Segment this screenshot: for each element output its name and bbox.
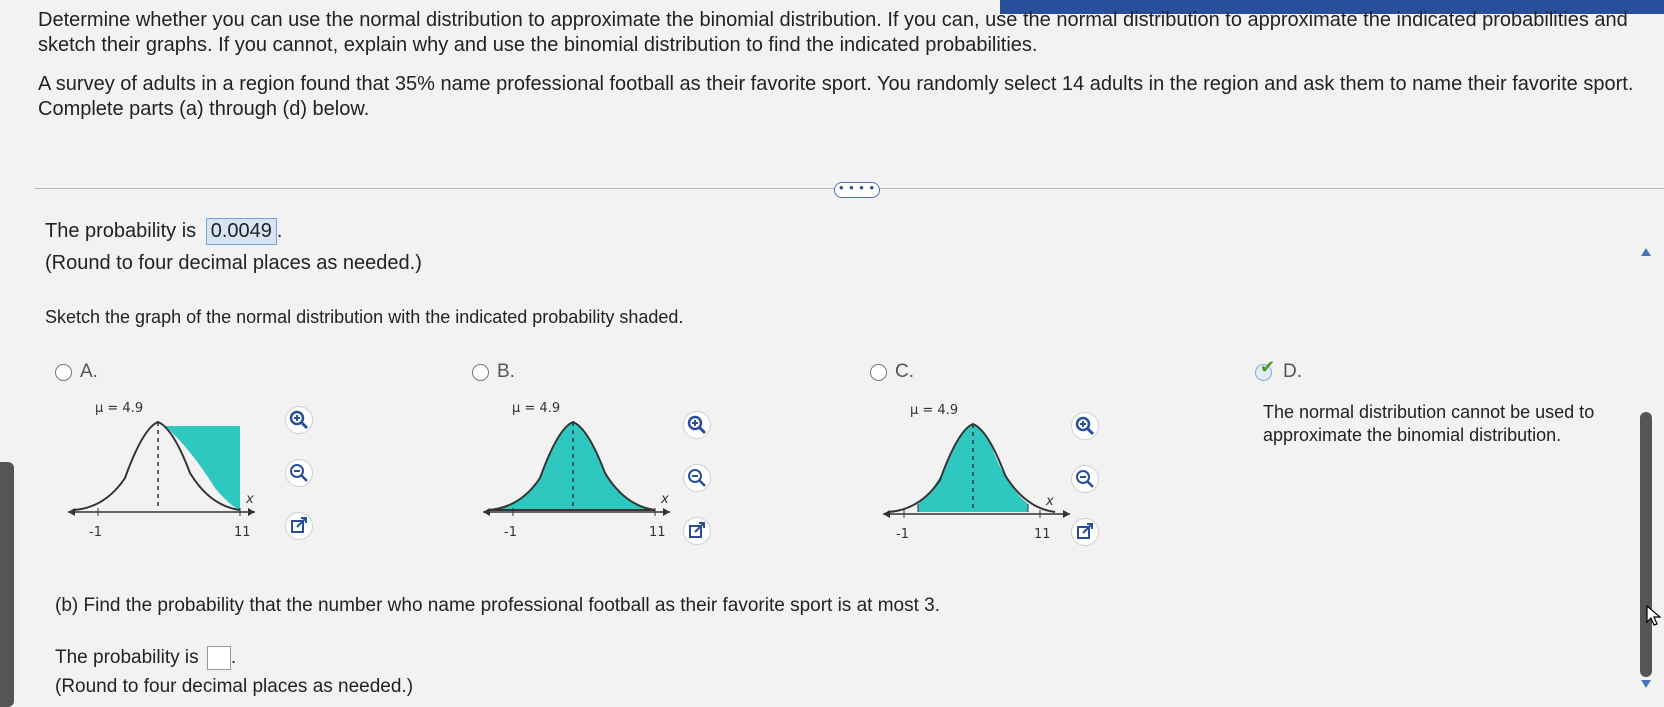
zoom-in-icon (687, 415, 707, 435)
shaded-region-b (487, 420, 656, 511)
checkmark-icon: ✔ (1260, 357, 1276, 377)
zoom-in-icon (1075, 416, 1095, 436)
zoom-out-icon (688, 469, 706, 487)
prob-suffix-b: . (230, 647, 237, 669)
instructions-para1: Determine whether you can use the normal… (38, 9, 1628, 56)
option-a-label: A. (80, 361, 98, 382)
option-c-label: C. (895, 361, 914, 382)
graph-b: μ = 4.9 -1 11 x (483, 401, 670, 540)
zoom-in-button-a[interactable] (285, 406, 313, 434)
shaded-region-a (165, 426, 240, 510)
x-min-a: -1 (89, 525, 102, 540)
answer-box-b[interactable] (206, 646, 231, 670)
zoom-out-icon (290, 464, 308, 482)
zoom-out-icon (1076, 470, 1094, 488)
x-label-c: x (1045, 494, 1054, 509)
popout-button-b[interactable] (683, 517, 711, 545)
zoom-out-button-c[interactable] (1071, 465, 1099, 493)
option-d-label: D. (1283, 361, 1302, 382)
part-b-question: (b) Find the probability that the number… (55, 595, 941, 616)
scrollbar-thumb[interactable] (1640, 412, 1652, 677)
mu-label-a: μ = 4.9 (95, 401, 143, 416)
scroll-down-arrow-icon[interactable] (1641, 680, 1651, 688)
scroll-up-arrow-icon[interactable] (1641, 248, 1651, 256)
popout-icon (689, 522, 705, 538)
radio-a[interactable] (55, 364, 72, 381)
option-d-text: The normal distribution cannot be used t… (1263, 402, 1595, 445)
left-scroll-strip[interactable] (0, 462, 14, 707)
instructions: Determine whether you can use the normal… (38, 8, 1638, 136)
zoom-in-icon (289, 410, 309, 430)
radio-b[interactable] (472, 364, 489, 381)
popout-icon (291, 517, 307, 533)
x-min-b: -1 (504, 525, 517, 540)
round-note-b: (Round to four decimal places as needed.… (55, 676, 414, 697)
graph-c: μ = 4.9 -1 11 x (883, 403, 1070, 542)
mu-label-b: μ = 4.9 (512, 401, 560, 416)
probability-line-a: The probability is 0.0049. (45, 218, 282, 245)
zoom-out-button-a[interactable] (285, 459, 313, 487)
mouse-cursor-icon (1646, 605, 1662, 626)
graph-a: μ = 4.9 -1 11 x (68, 401, 255, 540)
answer-box-a[interactable]: 0.0049 (205, 218, 277, 245)
probability-line-b: The probability is . (55, 646, 236, 670)
instructions-para2: A survey of adults in a region found tha… (38, 73, 1634, 120)
x-max-a: 11 (234, 525, 251, 540)
radio-c[interactable] (870, 364, 887, 381)
zoom-in-button-c[interactable] (1071, 412, 1099, 440)
x-max-b: 11 (649, 525, 666, 540)
round-note-a: (Round to four decimal places as needed.… (45, 252, 422, 274)
prob-prefix-b: The probability is (55, 647, 199, 669)
option-b-label: B. (497, 361, 515, 382)
zoom-in-button-b[interactable] (683, 411, 711, 439)
popout-icon (1077, 523, 1093, 539)
x-min-c: -1 (896, 527, 909, 542)
zoom-out-button-b[interactable] (683, 464, 711, 492)
x-max-c: 11 (1034, 527, 1051, 542)
x-label-b: x (660, 492, 669, 507)
mu-label-c: μ = 4.9 (910, 403, 958, 418)
sketch-prompt: Sketch the graph of the normal distribut… (45, 307, 684, 327)
popout-button-a[interactable] (285, 512, 313, 540)
popout-button-c[interactable] (1071, 518, 1099, 546)
prob-suffix: . (276, 220, 283, 242)
x-label-a: x (245, 492, 254, 507)
prob-prefix: The probability is (45, 220, 197, 242)
expand-button[interactable]: • • • • (834, 181, 880, 198)
